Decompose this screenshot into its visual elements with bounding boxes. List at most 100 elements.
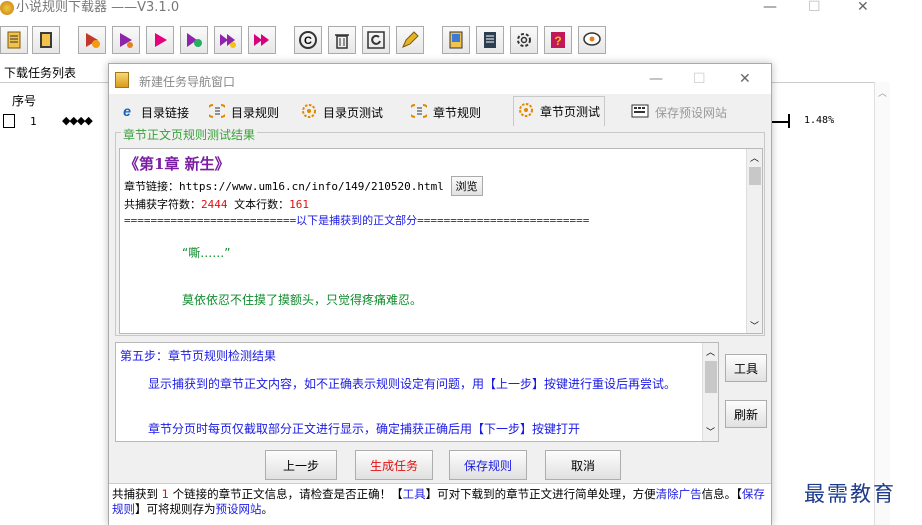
save-rule-button[interactable]: 保存规则 <box>449 450 527 480</box>
body-line: 莫依依忍不住摸了摸额头，只觉得疼痛难忍。 <box>182 293 423 307</box>
play-start-icon[interactable] <box>78 26 106 54</box>
line-count-value: 161 <box>289 198 309 211</box>
new-task-dialog: 新建任务导航窗口 — ☐ ✕ e 目录链接 目录规则 目录页测试 章节规则 章节… <box>108 63 772 525</box>
chat-icon[interactable] <box>578 26 606 54</box>
refresh-button[interactable]: 刷新 <box>725 400 767 428</box>
scroll-up-icon[interactable]: ︿ <box>706 345 715 358</box>
task-list-scrollbar[interactable]: ︿ <box>874 82 890 525</box>
progress-tick <box>788 114 790 128</box>
document-icon[interactable] <box>442 26 470 54</box>
save-keyboard-icon <box>631 103 649 122</box>
tab-catalog-link[interactable]: e 目录链接 <box>115 98 193 126</box>
step-scrollbar[interactable]: ︿ ﹀ <box>702 343 718 441</box>
maximize-button[interactable]: ☐ <box>808 0 821 14</box>
scroll-up-icon[interactable]: ︿ <box>878 86 887 99</box>
tab-label: 目录页测试 <box>323 105 384 120</box>
status-segment: 共捕获到 <box>112 487 162 501</box>
status-segment: 】可对下载到的章节正文进行简单处理，方便 <box>425 487 656 501</box>
minimize-button[interactable]: — <box>763 0 777 14</box>
gear-test-icon <box>301 103 317 122</box>
char-count-value: 2444 <box>201 198 228 211</box>
book-icon[interactable] <box>32 26 60 54</box>
gear-icon[interactable] <box>510 26 538 54</box>
tab-catalog-test[interactable]: 目录页测试 <box>297 98 387 126</box>
dialog-minimize-button[interactable]: — <box>649 72 663 86</box>
cancel-button[interactable]: 取消 <box>545 450 621 480</box>
svg-text:C: C <box>304 35 312 47</box>
dialog-titlebar: 新建任务导航窗口 — ☐ ✕ <box>109 64 771 94</box>
result-group-label: 章节正文页规则测试结果 <box>121 126 258 143</box>
dialog-status-bar: 共捕获到 1 个链接的章节正文信息，请检查是否正确！【工具】可对下载到的章节正文… <box>109 483 771 525</box>
body-separator: ==========================以下是捕获到的正文部分===… <box>124 214 590 227</box>
chapter-title: 《第1章 新生》 <box>124 155 230 173</box>
generate-task-button[interactable]: 生成任务 <box>355 450 433 480</box>
capture-count-line: 共捕获字符数：2444 文本行数：161 <box>124 196 748 212</box>
status-count: 1 <box>161 487 169 501</box>
tab-chapter-test[interactable]: 章节页测试 <box>513 96 606 126</box>
chapter-link-label: 章节链接： <box>124 180 179 193</box>
scroll-thumb[interactable] <box>705 361 717 393</box>
play-red-icon[interactable] <box>146 26 174 54</box>
list-icon[interactable] <box>0 26 28 54</box>
chapter-result-textarea[interactable]: 《第1章 新生》 章节链接：https://www.um16.cn/info/1… <box>119 148 763 334</box>
scroll-up-icon[interactable]: ︿ <box>750 151 759 164</box>
task-row-marker: ◆◆◆◆ <box>62 114 93 127</box>
scroll-thumb[interactable] <box>749 167 761 185</box>
tab-label: 目录规则 <box>231 105 280 120</box>
help-icon[interactable]: ? <box>544 26 572 54</box>
tab-label: 章节页测试 <box>540 105 601 119</box>
close-button[interactable]: ✕ <box>857 0 869 14</box>
chapter-result-content: 《第1章 新生》 章节链接：https://www.um16.cn/info/1… <box>124 153 748 308</box>
status-tools-link[interactable]: 工具 <box>403 487 426 501</box>
play-gear-icon[interactable] <box>180 26 208 54</box>
status-clean-ads-link[interactable]: 清除广告 <box>656 487 702 501</box>
tab-label: 保存预设网站 <box>655 105 728 120</box>
browse-button[interactable]: 浏览 <box>450 176 483 196</box>
dialog-maximize-button[interactable]: ☐ <box>693 72 706 86</box>
tools-button[interactable]: 工具 <box>725 354 767 382</box>
result-scrollbar[interactable]: ︿ ﹀ <box>746 149 762 333</box>
watermark-text: 最需教育 <box>804 482 896 506</box>
scroll-down-icon[interactable]: ﹀ <box>750 319 759 332</box>
app-logo-icon <box>0 1 14 15</box>
step-title: 第五步：章节页规则检测结果 <box>120 349 277 363</box>
pen-icon[interactable] <box>396 26 424 54</box>
char-count-label: 共捕获字符数： <box>124 198 201 211</box>
c-icon[interactable]: C <box>294 26 322 54</box>
chapter-link-url: https://www.um16.cn/info/149/210520.html <box>179 180 444 193</box>
trash-icon[interactable] <box>328 26 356 54</box>
app-title: 小说规则下载器 ——V3.1.0 <box>16 0 180 15</box>
status-preset-link[interactable]: 预设网站 <box>216 502 262 516</box>
tab-chapter-rule[interactable]: 章节规则 <box>407 98 485 126</box>
skip-forward-icon[interactable] <box>248 26 276 54</box>
dialog-title: 新建任务导航窗口 <box>139 75 236 89</box>
refresh-icon[interactable] <box>362 26 390 54</box>
tab-label: 章节规则 <box>433 105 482 120</box>
dialog-logo-icon <box>115 72 129 88</box>
scroll-down-icon[interactable]: ﹀ <box>706 425 715 438</box>
step-description-box[interactable]: 第五步：章节页规则检测结果 显示捕获到的章节正文内容，如不正确表示规则设定有问题… <box>115 342 719 442</box>
ie-icon: e <box>119 103 135 122</box>
play-icon[interactable] <box>112 26 140 54</box>
status-segment: 。 <box>261 502 274 516</box>
gear-test-icon <box>518 102 534 121</box>
fast-forward-icon[interactable] <box>214 26 242 54</box>
chapter-link-line: 章节链接：https://www.um16.cn/info/149/210520… <box>124 176 748 196</box>
svg-text:e: e <box>123 103 131 119</box>
notebook-icon[interactable] <box>476 26 504 54</box>
dialog-tab-strip: e 目录链接 目录规则 目录页测试 章节规则 章节页测试 保存预设网站 <box>113 96 767 126</box>
document-icon <box>3 114 15 128</box>
tab-save-preset[interactable]: 保存预设网站 <box>627 98 731 126</box>
tab-catalog-rule[interactable]: 目录规则 <box>205 98 283 126</box>
status-segment: 个链接的章节正文信息，请检查是否正确！【 <box>168 487 403 501</box>
column-header-index[interactable]: 序号 <box>12 92 36 109</box>
main-toolbar: C ? <box>0 22 922 62</box>
dialog-close-button[interactable]: ✕ <box>739 72 751 86</box>
svg-text:?: ? <box>554 34 561 48</box>
step-text: 章节分页时每页仅截取部分正文进行显示，确定捕获正确后用【下一步】按键打开 <box>148 422 581 436</box>
tab-label: 目录链接 <box>141 105 190 120</box>
step-text: 显示捕获到的章节正文内容，如不正确表示规则设定有问题，用【上一步】按键进行重设后… <box>148 377 677 391</box>
main-titlebar: 小说规则下载器 ——V3.1.0 — ☐ ✕ <box>0 0 922 22</box>
task-row-index[interactable]: 1 <box>30 115 37 128</box>
prev-step-button[interactable]: 上一步 <box>265 450 337 480</box>
